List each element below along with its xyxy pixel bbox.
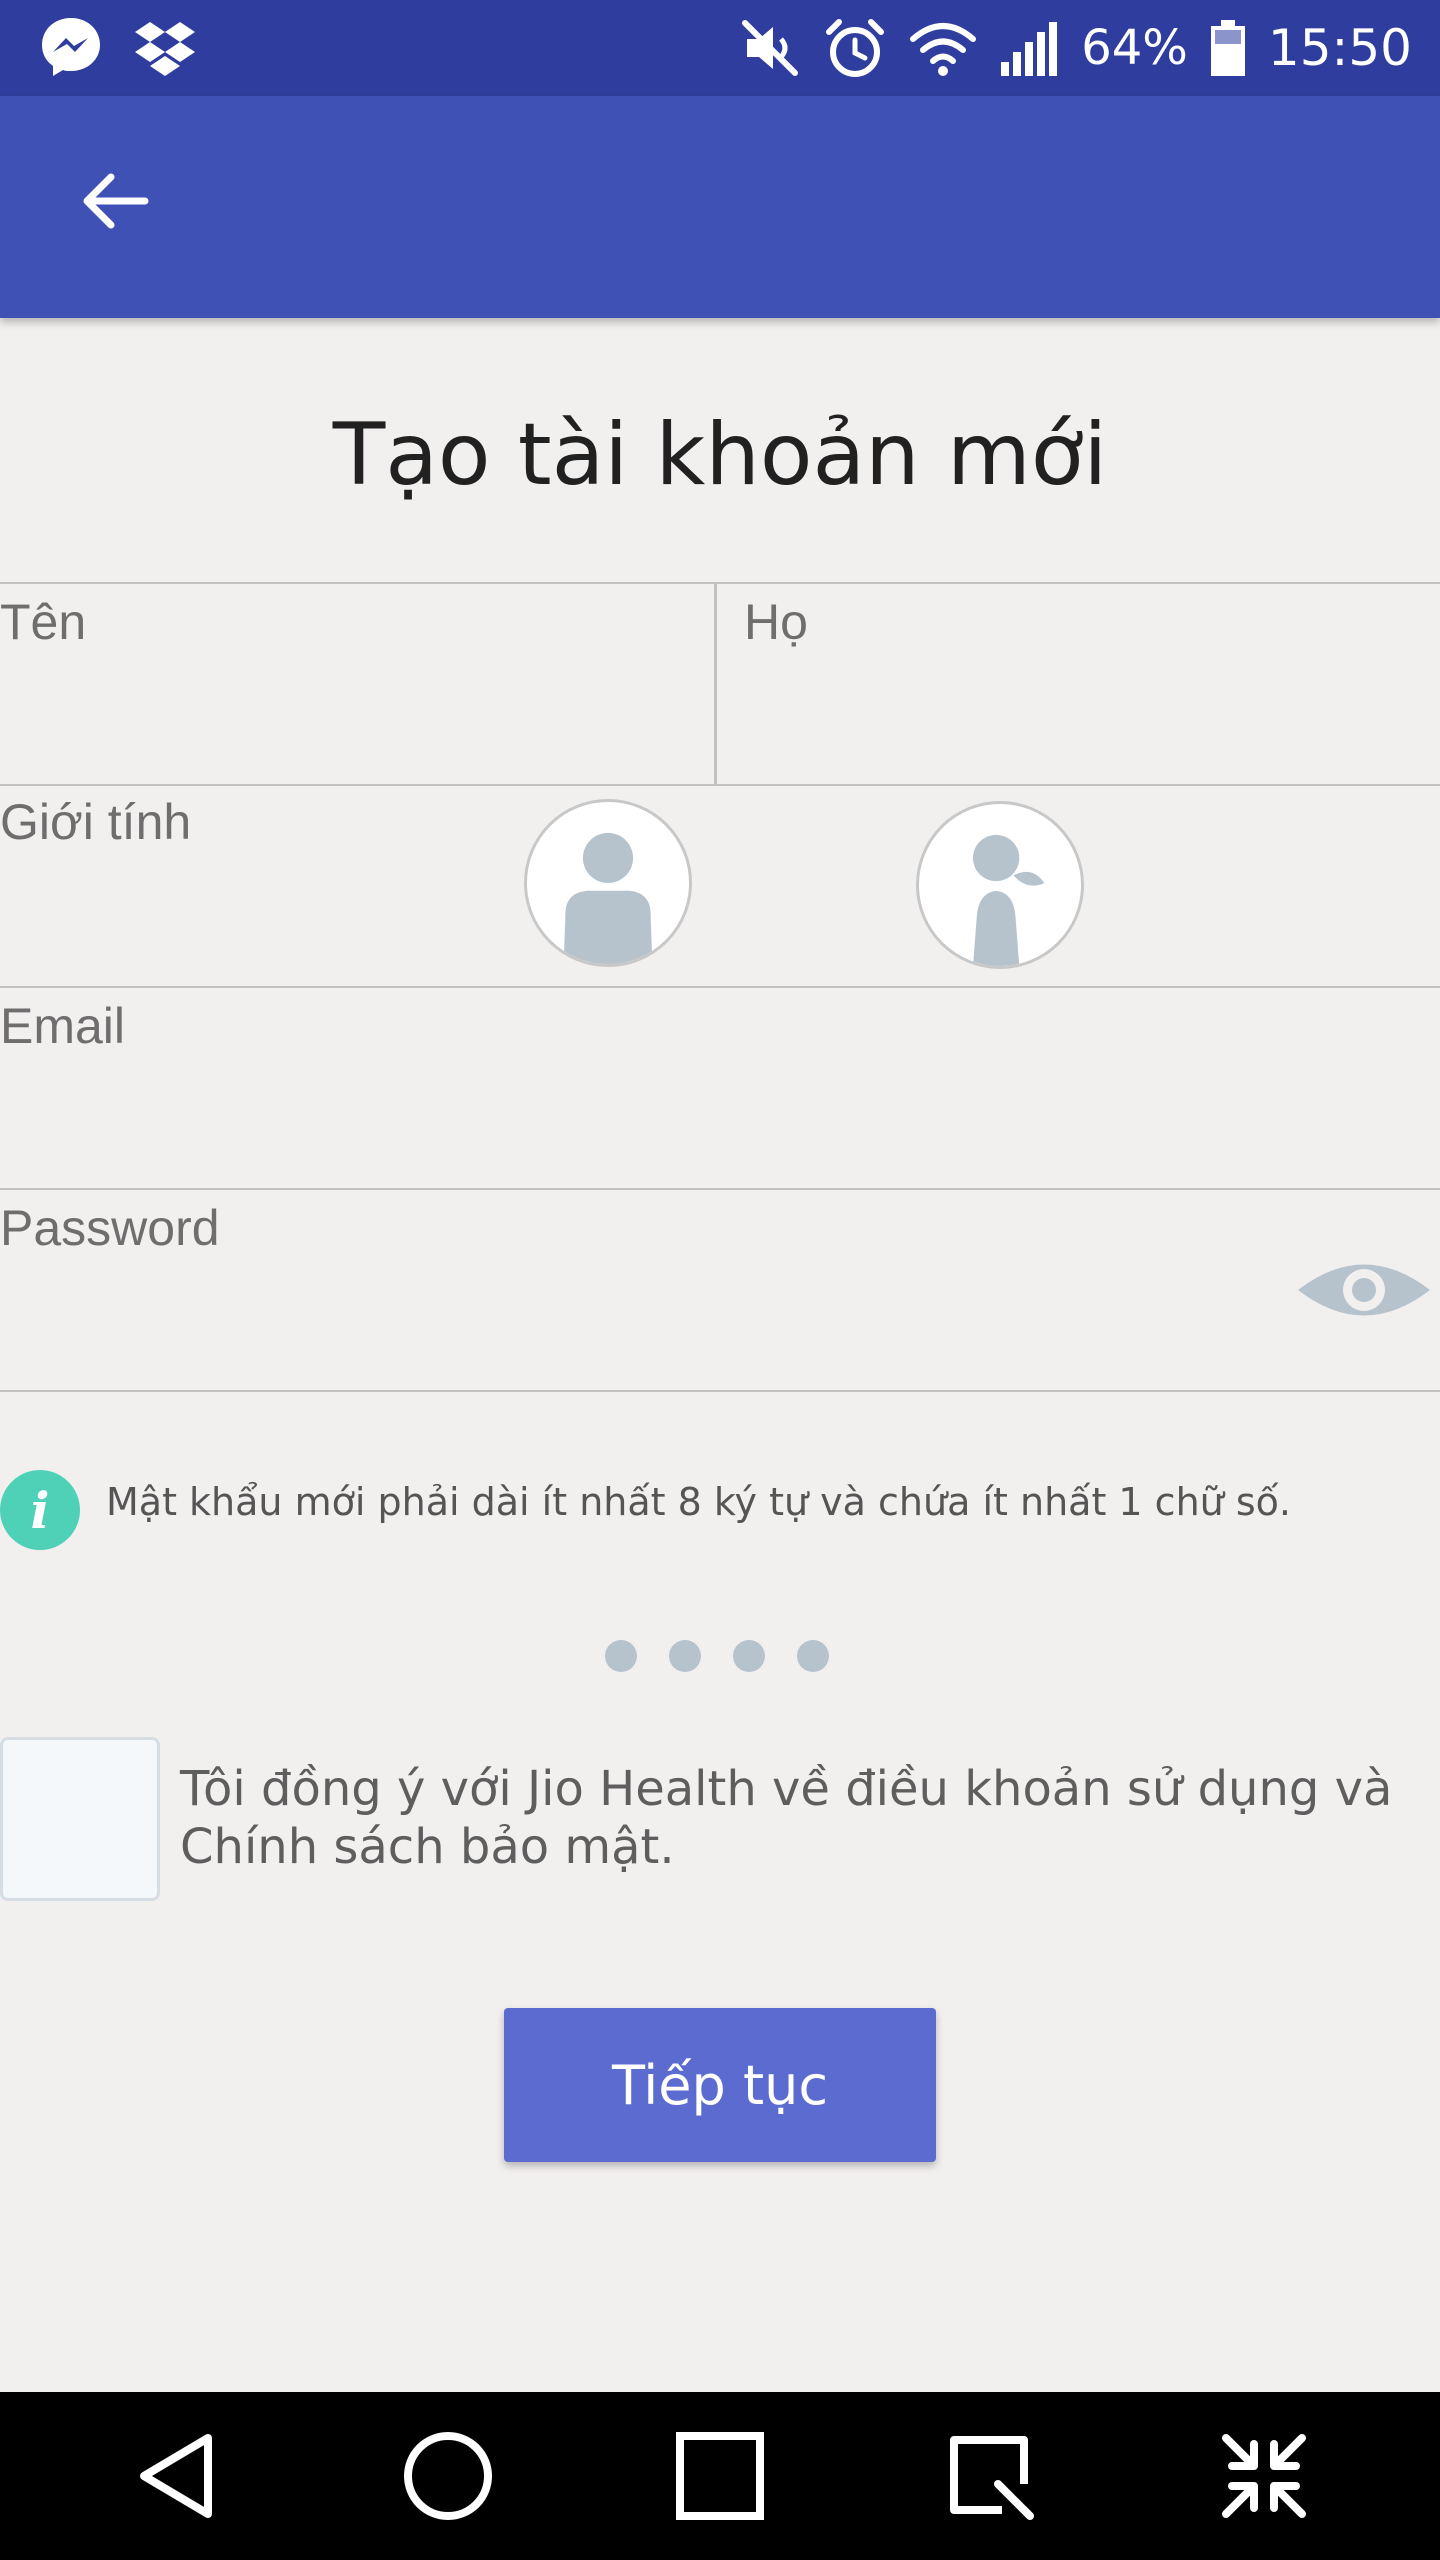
email-input[interactable] <box>0 1078 1400 1168</box>
info-icon: i <box>0 1470 80 1550</box>
mute-icon <box>742 20 799 76</box>
divider <box>0 1390 1440 1392</box>
triangle-back-icon <box>140 2434 212 2518</box>
divider <box>0 784 1440 786</box>
male-avatar-icon <box>563 832 653 964</box>
dropbox-icon <box>135 22 195 76</box>
page-dot <box>797 1640 829 1672</box>
battery-percent: 64% <box>1081 20 1188 76</box>
wifi-icon <box>910 23 977 76</box>
circle-home-icon <box>404 2432 492 2520</box>
page-dot <box>605 1640 637 1672</box>
terms-checkbox[interactable] <box>0 1737 160 1901</box>
eye-icon[interactable] <box>1296 1255 1432 1325</box>
signal-icon <box>1001 22 1058 76</box>
navigation-bar <box>0 2392 1440 2560</box>
password-field[interactable]: Password <box>0 1190 1280 1390</box>
status-bar: 64% 15:50 <box>0 0 1440 96</box>
page-dot <box>669 1640 701 1672</box>
page-dot <box>733 1640 765 1672</box>
gender-female-option[interactable] <box>916 801 1084 969</box>
last-name-input[interactable] <box>744 674 1424 764</box>
nav-back-button[interactable] <box>118 2416 238 2536</box>
alarm-icon <box>826 19 885 77</box>
terms-text[interactable]: Tôi đồng ý với Jio Health về điều khoản … <box>180 1760 1430 1876</box>
gender-male-option[interactable] <box>524 799 692 967</box>
gender-label: Giới tính <box>0 794 192 850</box>
battery-icon <box>1210 20 1245 76</box>
nav-collapse-button[interactable] <box>1204 2416 1324 2536</box>
first-name-input[interactable] <box>0 674 700 764</box>
first-name-label: Tên <box>0 594 87 650</box>
password-label: Password <box>0 1200 220 1256</box>
female-avatar-icon <box>973 834 1045 966</box>
continue-button[interactable]: Tiếp tục <box>504 2008 936 2162</box>
capture-icon <box>950 2436 1034 2520</box>
messenger-icon <box>42 18 100 76</box>
password-hint: Mật khẩu mới phải dài ít nhất 8 ký tự và… <box>106 1480 1291 1524</box>
nav-recents-button[interactable] <box>660 2416 780 2536</box>
toolbar <box>0 96 1440 318</box>
nav-capture-button[interactable] <box>930 2416 1050 2536</box>
square-recents-icon <box>676 2432 764 2520</box>
nav-home-button[interactable] <box>388 2416 508 2536</box>
arrow-left-icon <box>83 173 149 229</box>
collapse-icon <box>1222 2434 1306 2518</box>
email-field[interactable]: Email <box>0 988 1440 1188</box>
page-title: Tạo tài khoản mới <box>332 405 1108 505</box>
back-button[interactable] <box>60 146 170 256</box>
email-label: Email <box>0 998 126 1054</box>
page-indicator <box>605 1640 829 1672</box>
clock: 15:50 <box>1267 19 1412 77</box>
last-name-field[interactable]: Họ <box>717 584 1440 784</box>
password-input[interactable] <box>0 1280 1260 1370</box>
last-name-label: Họ <box>744 594 808 650</box>
first-name-field[interactable]: Tên <box>0 584 714 784</box>
